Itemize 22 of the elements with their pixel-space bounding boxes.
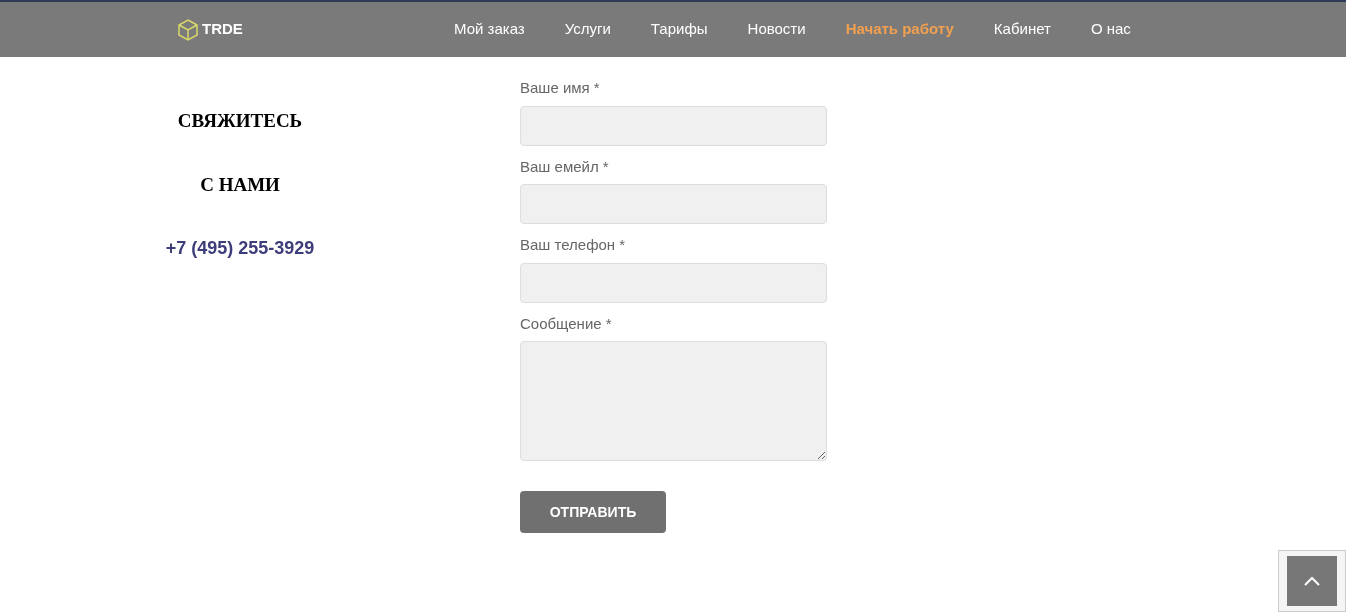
input-field[interactable]: [520, 262, 827, 303]
cube-logo-icon: [178, 18, 198, 41]
field-label: Ваше имя *: [520, 78, 601, 98]
logo-text[interactable]: TRDE: [202, 18, 243, 41]
chevron-up-icon: [1304, 576, 1320, 586]
field-label: Сообщение *: [520, 313, 613, 334]
nav-link[interactable]: Кабинет: [993, 18, 1051, 41]
nav-link[interactable]: Мой заказ: [454, 18, 525, 41]
field-label: Ваш телефон *: [520, 235, 627, 255]
contact-heading: СВЯЖИТЕСЬ: [177, 109, 303, 133]
nav-link[interactable]: Тарифы: [650, 18, 708, 41]
field-label: Ваш емейл *: [520, 156, 610, 177]
submit-button[interactable]: ОТПРАВИТЬ: [520, 491, 666, 533]
scroll-to-top-button[interactable]: [1287, 556, 1337, 606]
input-field[interactable]: [520, 184, 827, 224]
phone-link[interactable]: +7 (495) 255-3929: [165, 235, 315, 262]
nav-link[interactable]: Услуги: [564, 18, 611, 41]
nav-link[interactable]: О нас: [1090, 18, 1131, 41]
contact-heading: С НАМИ: [200, 173, 280, 197]
nav-link[interactable]: Новости: [747, 18, 806, 41]
input-field[interactable]: [520, 105, 827, 146]
message-field[interactable]: [520, 341, 827, 461]
